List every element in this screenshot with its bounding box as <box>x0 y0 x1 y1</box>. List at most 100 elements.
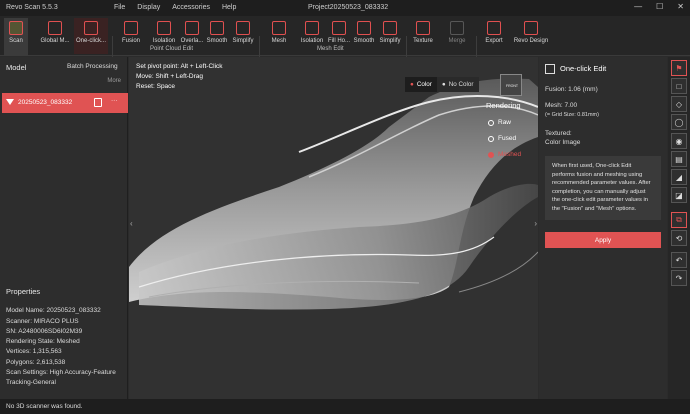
revo-design-label: Revo Design <box>513 38 549 44</box>
redo-icon[interactable]: ↷ <box>671 270 687 286</box>
color-option-label: Color <box>416 81 432 88</box>
plane-cut-icon[interactable]: ▤ <box>671 151 687 167</box>
right-toolbar: ⚑ □ ◇ ◯ ◉ ▤ ◢ ◪ ⧉ ⟲ ↶ ↷ <box>668 57 690 399</box>
pc-simplify-button[interactable]: Simplify <box>231 18 255 54</box>
menu-accessories[interactable]: Accessories <box>172 4 210 11</box>
pc-simplify-label: Simplify <box>232 38 254 44</box>
overlap-icon <box>185 21 199 35</box>
hint-move-value: Shift + Left-Drag <box>155 73 204 80</box>
brush-select-icon[interactable]: ◉ <box>671 133 687 149</box>
no-color-label: No Color <box>448 81 474 88</box>
one-click-edit-panel: One-click Edit Fusion: 1.06 (mm) Mesh: 7… <box>539 57 667 399</box>
prop-scanner: Scanner: MIRACO PLUS <box>6 317 79 325</box>
info-note: When first used, One-click Edit performs… <box>545 156 661 220</box>
collapse-right-icon[interactable]: › <box>534 219 537 228</box>
export-button[interactable]: Export <box>482 18 506 54</box>
minimize-button[interactable]: — <box>634 2 642 11</box>
project-title: Project20250523_083332 <box>308 4 389 11</box>
expand-icon[interactable] <box>6 99 14 105</box>
hint-reset: Reset: Space <box>136 83 175 90</box>
mesh-icon <box>272 21 286 35</box>
revo-design-button[interactable]: Revo Design <box>512 18 550 54</box>
mesh-button[interactable]: Mesh <box>268 18 290 54</box>
pc-isolation-label: Isolation <box>152 38 176 44</box>
fusion-label: Fusion <box>121 38 140 44</box>
properties-title: Properties <box>6 287 41 296</box>
hint-pivot: Set pivot point: Alt + Left-Click <box>136 63 223 70</box>
grid-size: (= Grid Size: 0.81mm) <box>545 112 599 118</box>
pc-smooth-label: Smooth <box>206 38 228 44</box>
copy-icon[interactable]: ⧉ <box>671 212 687 228</box>
apply-button[interactable]: Apply <box>545 232 661 248</box>
invert-select-icon[interactable]: ◢ <box>671 169 687 185</box>
refresh-icon[interactable]: ⟲ <box>671 230 687 246</box>
hint-reset-label: Reset: <box>136 83 155 90</box>
radio-icon <box>488 135 494 142</box>
3d-viewport[interactable]: Set pivot point: Alt + Left-Click Move: … <box>129 57 538 399</box>
mesh-simplify-button[interactable]: Simplify <box>377 18 403 54</box>
point-cloud-group-label: Point Cloud Edit <box>150 46 194 52</box>
collapse-left-icon[interactable]: ‹ <box>130 219 133 228</box>
merge-button[interactable]: Merge <box>445 18 469 54</box>
texture-icon <box>416 21 430 35</box>
select-tool-icon[interactable]: ⚑ <box>671 60 687 76</box>
scan-button[interactable]: Scan <box>4 18 28 56</box>
lasso-select-icon[interactable]: ◇ <box>671 96 687 112</box>
rect-select-icon[interactable]: □ <box>671 78 687 94</box>
circle-select-icon[interactable]: ◯ <box>671 114 687 130</box>
ribbon-toolbar: Scan Global M... One-click... Fusion Iso… <box>0 16 690 70</box>
select-all-icon[interactable]: ◪ <box>671 187 687 203</box>
fill-holes-icon <box>332 21 346 35</box>
item-menu-button[interactable]: ··· <box>111 97 118 104</box>
hint-reset-value: Space <box>156 83 176 90</box>
menu-file[interactable]: File <box>114 4 125 11</box>
simplify-icon <box>236 21 250 35</box>
visibility-icon[interactable] <box>94 98 102 107</box>
model-panel: Model Batch Processing More 20250523_083… <box>0 57 128 399</box>
render-raw-label: Raw <box>498 119 512 126</box>
one-click-edit-icon <box>545 64 555 74</box>
one-click-edit-label: One-click... <box>75 38 106 44</box>
smooth-icon <box>357 21 371 35</box>
close-button[interactable]: ✕ <box>677 2 684 11</box>
maximize-button[interactable]: ☐ <box>656 2 663 11</box>
color-option[interactable]: ● Color <box>405 77 437 92</box>
model-name: 20250523_083332 <box>18 99 73 106</box>
view-cube[interactable]: FRONT <box>500 74 522 96</box>
mesh-value: Mesh: 7.00 <box>545 102 578 109</box>
mesh-smooth-button[interactable]: Smooth <box>352 18 376 54</box>
merge-label: Merge <box>448 38 466 44</box>
pc-smooth-button[interactable]: Smooth <box>206 18 228 54</box>
global-marker-button[interactable]: Global M... <box>38 18 72 54</box>
smooth-icon <box>210 21 224 35</box>
radio-icon <box>488 119 494 126</box>
menu-display[interactable]: Display <box>137 4 160 11</box>
simplify-icon <box>383 21 397 35</box>
one-click-edit-button[interactable]: One-click... <box>74 18 108 54</box>
mesh-isolation-label: Isolation <box>300 38 324 44</box>
render-raw-option[interactable]: Raw <box>488 119 511 126</box>
scan-icon <box>9 21 23 35</box>
model-list-item[interactable]: 20250523_083332 ··· <box>2 93 128 113</box>
menu-help[interactable]: Help <box>222 4 236 11</box>
fusion-button[interactable]: Fusion <box>119 18 143 54</box>
texture-button[interactable]: Texture <box>411 18 435 54</box>
fill-holes-label: Fill Ho... <box>327 38 350 44</box>
radio-selected-icon <box>488 151 494 158</box>
no-color-option[interactable]: ● No Color <box>436 77 479 92</box>
mesh-label: Mesh <box>271 38 287 44</box>
render-fused-option[interactable]: Fused <box>488 135 516 142</box>
overlap-label: Overla... <box>180 38 204 44</box>
more-button[interactable]: More <box>107 78 121 84</box>
batch-processing-button[interactable]: Batch Processing <box>67 63 118 70</box>
textured-value: Color Image <box>545 139 581 146</box>
mesh-group-label: Mesh Edit <box>317 46 344 52</box>
menu-bar: File Display Accessories Help <box>114 4 236 11</box>
render-meshed-option[interactable]: Meshed <box>488 151 521 158</box>
fusion-icon <box>124 21 138 35</box>
hint-move-label: Move: <box>136 73 154 80</box>
textured-label: Textured: <box>545 130 572 137</box>
render-meshed-label: Meshed <box>498 151 522 158</box>
undo-icon[interactable]: ↶ <box>671 252 687 268</box>
model-panel-title: Model <box>6 63 27 72</box>
